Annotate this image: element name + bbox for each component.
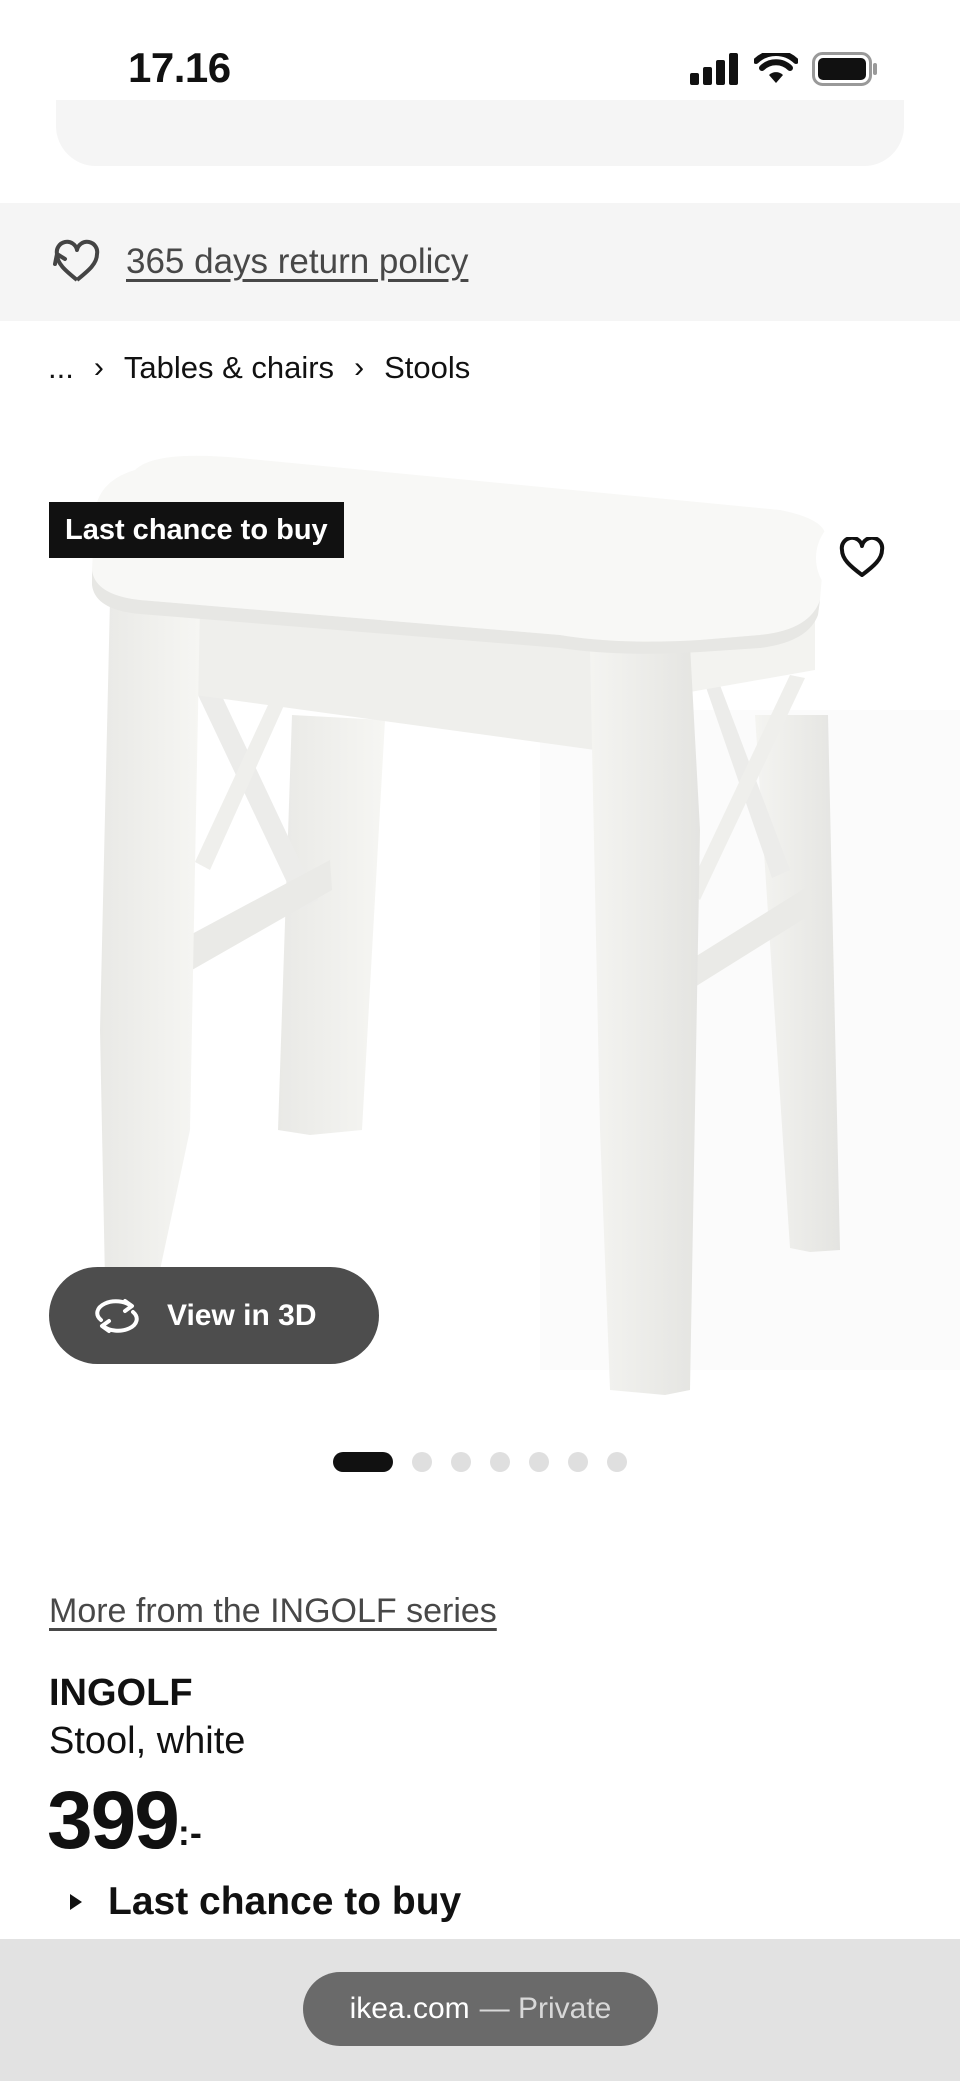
status-icons (690, 52, 878, 86)
carousel-dot[interactable] (490, 1452, 510, 1472)
favourite-button[interactable] (816, 512, 908, 604)
breadcrumb: ... › Tables & chairs › Stools (48, 350, 470, 386)
breadcrumb-tables-chairs[interactable]: Tables & chairs (124, 350, 334, 386)
carousel-dot[interactable] (451, 1452, 471, 1472)
carousel-dot[interactable] (568, 1452, 588, 1472)
search-field-remnant[interactable] (56, 100, 904, 166)
breadcrumb-stools[interactable]: Stools (384, 350, 470, 386)
battery-icon (812, 52, 877, 86)
expand-triangle-icon (70, 1894, 82, 1910)
product-name: INGOLF (49, 1672, 193, 1714)
carousel-dot-active[interactable] (333, 1452, 393, 1472)
return-policy-link[interactable]: 365 days return policy (126, 242, 468, 282)
product-description: Stool, white (49, 1720, 246, 1762)
availability-label: Last chance to buy (108, 1880, 462, 1923)
carousel-dot[interactable] (607, 1452, 627, 1472)
address-domain: ikea.com (349, 1992, 470, 2025)
breadcrumb-ellipsis[interactable]: ... (48, 350, 74, 386)
carousel-indicator (333, 1452, 627, 1472)
product-price: 399 :- (47, 1780, 202, 1862)
chevron-right-icon: › (354, 351, 365, 384)
signal-icon (690, 53, 738, 85)
view-in-3d-button[interactable]: View in 3D (49, 1267, 379, 1364)
wifi-icon (754, 53, 798, 83)
carousel-dot[interactable] (412, 1452, 432, 1472)
last-chance-badge: Last chance to buy (49, 502, 344, 558)
series-link[interactable]: More from the INGOLF series (49, 1592, 497, 1631)
availability-toggle[interactable]: Last chance to buy (70, 1880, 461, 1924)
heart-return-icon (53, 239, 100, 282)
status-time: 17.16 (128, 44, 231, 91)
address-bar[interactable]: ikea.com — Private (303, 1972, 658, 2046)
heart-icon (839, 537, 885, 577)
return-policy-banner: 365 days return policy (0, 203, 960, 321)
private-mode-label: — Private (479, 1992, 612, 2025)
price-suffix: :- (177, 1812, 202, 1853)
product-gallery[interactable]: Last chance to buy View in 3D (0, 430, 960, 1420)
view-in-3d-label: View in 3D (167, 1298, 317, 1332)
browser-toolbar: ikea.com — Private (0, 1939, 960, 2081)
rotate-3d-icon (95, 1298, 139, 1333)
price-amount: 399 (47, 1775, 180, 1866)
carousel-dot[interactable] (529, 1452, 549, 1472)
chevron-right-icon: › (93, 351, 104, 384)
